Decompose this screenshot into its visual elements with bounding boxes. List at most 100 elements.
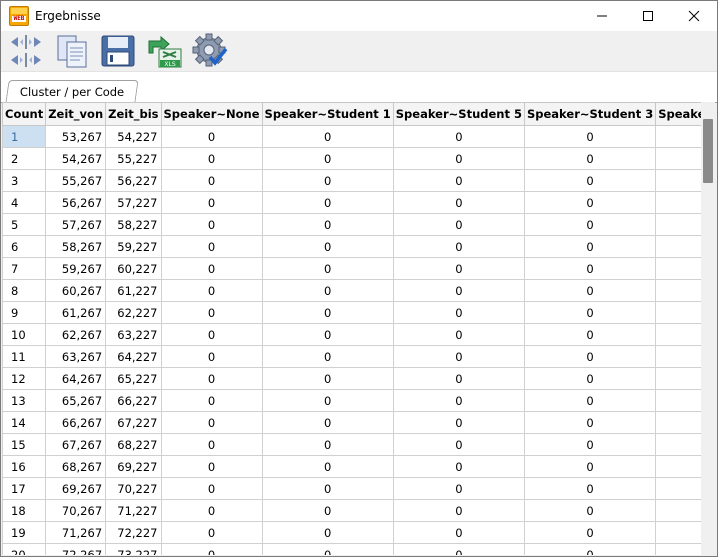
table-cell[interactable]: 0: [261, 345, 394, 368]
row-count-cell[interactable]: 15: [2, 433, 47, 456]
table-cell[interactable]: 0: [160, 345, 263, 368]
table-cell[interactable]: 0: [523, 125, 657, 148]
table-row[interactable]: 1365,26766,22700001: [2, 389, 701, 412]
table-cell[interactable]: 0: [160, 125, 263, 148]
table-cell[interactable]: 0: [523, 213, 657, 236]
table-cell[interactable]: 0: [261, 301, 394, 324]
title-bar[interactable]: WEB Ergebnisse: [1, 1, 717, 31]
table-cell[interactable]: 1: [655, 169, 701, 192]
table-cell[interactable]: 57,227: [105, 191, 162, 214]
table-cell[interactable]: 0: [261, 169, 394, 192]
table-cell[interactable]: 0: [392, 279, 525, 302]
table-cell[interactable]: 0: [392, 169, 525, 192]
table-cell[interactable]: 0: [261, 147, 394, 170]
table-cell[interactable]: 0: [523, 147, 657, 170]
table-row[interactable]: 557,26758,22700001: [2, 213, 701, 236]
table-row[interactable]: 1163,26764,22700001: [2, 345, 701, 368]
table-cell[interactable]: 1: [655, 433, 701, 456]
table-cell[interactable]: 0: [261, 213, 394, 236]
table-cell[interactable]: 0: [523, 191, 657, 214]
table-cell[interactable]: 0: [160, 455, 263, 478]
table-cell[interactable]: 67,227: [105, 411, 162, 434]
vertical-scrollbar[interactable]: [701, 102, 715, 555]
table-cell[interactable]: 0: [523, 543, 657, 555]
table-cell[interactable]: 1: [655, 411, 701, 434]
table-cell[interactable]: 56,267: [45, 191, 107, 214]
table-cell[interactable]: 0: [261, 235, 394, 258]
table-row[interactable]: 254,26755,22700001: [2, 147, 701, 170]
table-cell[interactable]: 56,227: [105, 169, 162, 192]
table-cell[interactable]: 1: [655, 389, 701, 412]
table-cell[interactable]: 0: [261, 367, 394, 390]
table-row[interactable]: 658,26759,22700001: [2, 235, 701, 258]
table-cell[interactable]: 0: [261, 543, 394, 555]
table-cell[interactable]: 0: [523, 499, 657, 522]
row-count-cell[interactable]: 6: [2, 235, 47, 258]
table-row[interactable]: 1769,26770,22700001: [2, 477, 701, 500]
table-cell[interactable]: 0: [261, 521, 394, 544]
table-row[interactable]: 456,26757,22700001: [2, 191, 701, 214]
table-cell[interactable]: 0: [160, 521, 263, 544]
table-cell[interactable]: 68,267: [45, 455, 107, 478]
table-cell[interactable]: 54,267: [45, 147, 107, 170]
table-cell[interactable]: 0: [160, 543, 263, 555]
table-cell[interactable]: 1: [655, 521, 701, 544]
row-count-cell[interactable]: 19: [2, 521, 47, 544]
table-cell[interactable]: 0: [392, 433, 525, 456]
table-cell[interactable]: 65,267: [45, 389, 107, 412]
table-cell[interactable]: 0: [261, 257, 394, 280]
table-cell[interactable]: 0: [392, 191, 525, 214]
table-cell[interactable]: 73,227: [105, 543, 162, 555]
table-cell[interactable]: 0: [523, 521, 657, 544]
table-cell[interactable]: 0: [392, 257, 525, 280]
table-cell[interactable]: 71,227: [105, 499, 162, 522]
table-cell[interactable]: 0: [160, 367, 263, 390]
table-row[interactable]: 1466,26767,22700001: [2, 411, 701, 434]
row-count-cell[interactable]: 3: [2, 169, 47, 192]
row-count-cell[interactable]: 5: [2, 213, 47, 236]
scrollbar-thumb[interactable]: [703, 119, 713, 183]
table-cell[interactable]: 0: [160, 499, 263, 522]
table-cell[interactable]: 0: [523, 169, 657, 192]
table-cell[interactable]: 0: [392, 323, 525, 346]
settings-button[interactable]: [191, 32, 229, 70]
table-cell[interactable]: 62,227: [105, 301, 162, 324]
table-cell[interactable]: 0: [160, 235, 263, 258]
export-xls-button[interactable]: XLS: [145, 32, 183, 70]
table-cell[interactable]: 1: [655, 477, 701, 500]
table-row[interactable]: 2072,26773,22700001: [2, 543, 701, 555]
table-cell[interactable]: 1: [655, 191, 701, 214]
table-cell[interactable]: 68,227: [105, 433, 162, 456]
row-count-cell[interactable]: 11: [2, 345, 47, 368]
table-cell[interactable]: 0: [261, 411, 394, 434]
row-count-cell[interactable]: 20: [2, 543, 47, 555]
table-cell[interactable]: 0: [392, 499, 525, 522]
table-cell[interactable]: 65,227: [105, 367, 162, 390]
table-cell[interactable]: 0: [523, 345, 657, 368]
table-cell[interactable]: 0: [523, 235, 657, 258]
save-button[interactable]: [99, 32, 137, 70]
table-cell[interactable]: 1: [655, 147, 701, 170]
table-cell[interactable]: 0: [392, 301, 525, 324]
table-cell[interactable]: 0: [392, 389, 525, 412]
table-cell[interactable]: 0: [523, 301, 657, 324]
table-cell[interactable]: 0: [160, 433, 263, 456]
table-cell[interactable]: 0: [261, 455, 394, 478]
table-cell[interactable]: 66,227: [105, 389, 162, 412]
row-count-cell[interactable]: 10: [2, 323, 47, 346]
table-cell[interactable]: 55,227: [105, 147, 162, 170]
row-count-cell[interactable]: 16: [2, 455, 47, 478]
column-header[interactable]: Zeit_bis: [105, 102, 162, 126]
column-header[interactable]: Zeit_von: [45, 102, 107, 126]
table-cell[interactable]: 59,267: [45, 257, 107, 280]
table-cell[interactable]: 64,267: [45, 367, 107, 390]
column-header[interactable]: Speaker~None: [160, 102, 263, 126]
table-cell[interactable]: 0: [523, 279, 657, 302]
table-cell[interactable]: 0: [160, 169, 263, 192]
row-count-cell[interactable]: 12: [2, 367, 47, 390]
table-row[interactable]: 759,26760,22700001: [2, 257, 701, 280]
table-cell[interactable]: 63,227: [105, 323, 162, 346]
table-cell[interactable]: 0: [392, 543, 525, 555]
table-cell[interactable]: 1: [655, 455, 701, 478]
table-cell[interactable]: 69,227: [105, 455, 162, 478]
